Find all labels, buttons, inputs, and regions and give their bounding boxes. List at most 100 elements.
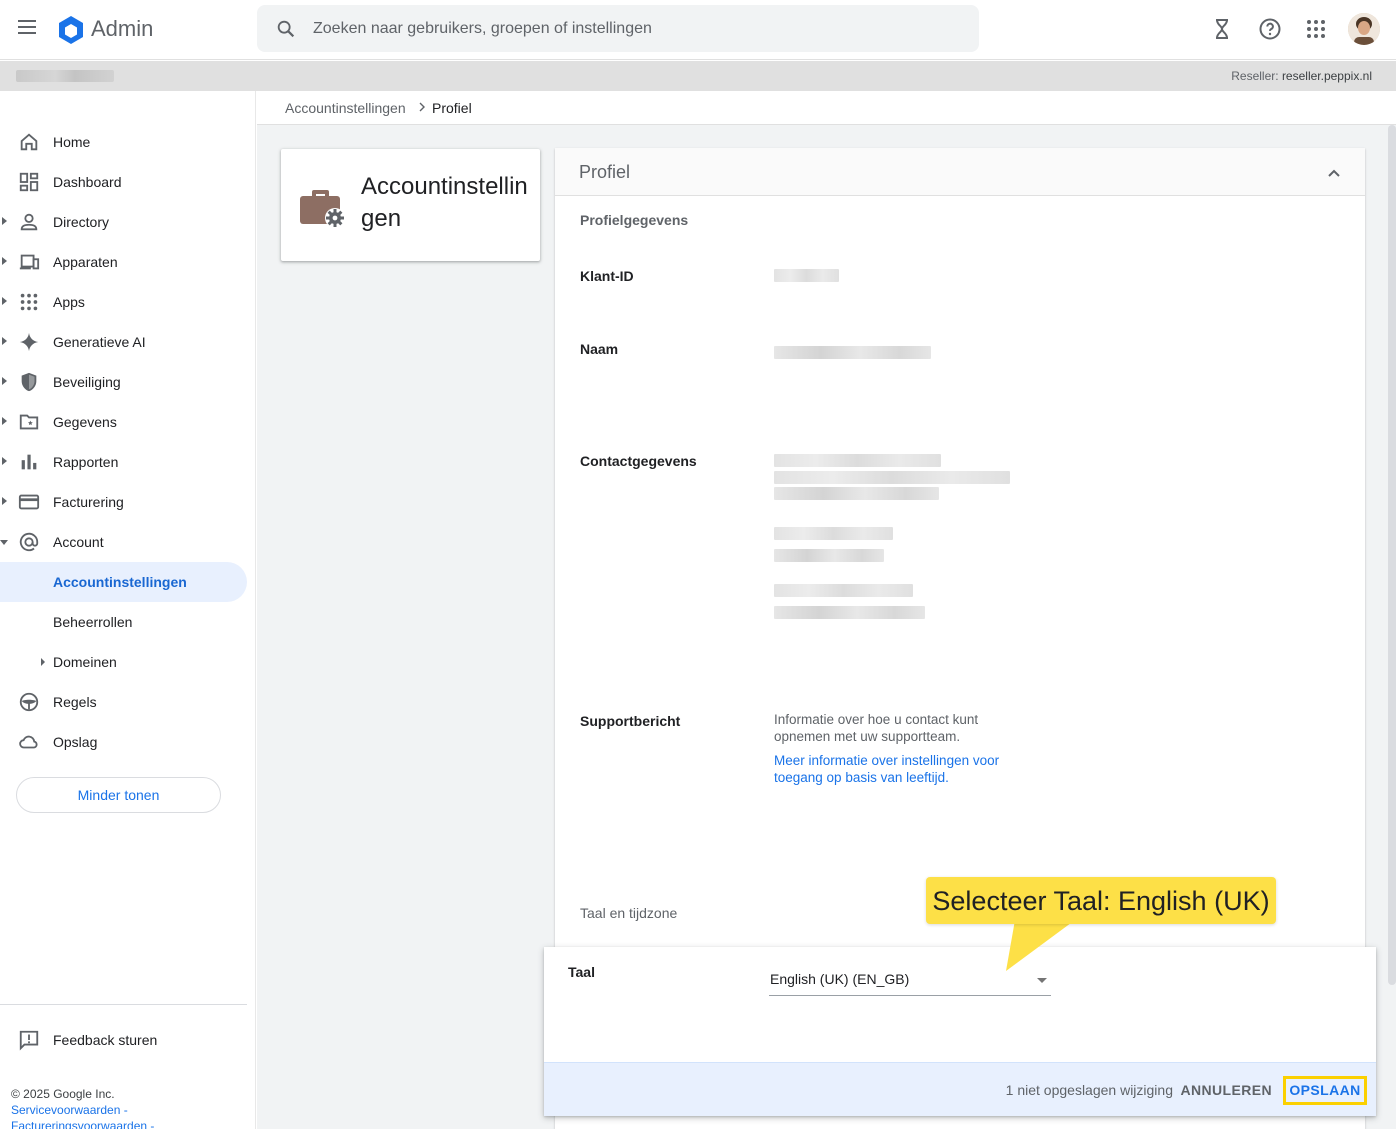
folder-star-icon (19, 414, 39, 430)
sidebar-item-opslag[interactable]: Opslag (0, 722, 247, 762)
dropdown-arrow-icon (1037, 978, 1047, 983)
breadcrumb-parent-link[interactable]: Accountinstellingen (285, 100, 406, 116)
language-selected-value: English (UK) (EN_GB) (770, 971, 910, 987)
briefcase-gear-icon (300, 190, 345, 228)
language-edit-card: Taal English (UK) (EN_GB) 1 niet opgesla… (544, 947, 1376, 1116)
footer: © 2025 Google Inc. Servicevoorwaarden - … (11, 1086, 154, 1129)
sidebar-item-rapporten[interactable]: Rapporten (0, 442, 247, 482)
expand-caret-icon (2, 457, 7, 465)
unsaved-changes-text: 1 niet opgeslagen wijziging (1005, 1082, 1173, 1098)
sidebar-item-account[interactable]: Account (0, 522, 247, 562)
callout-text: Selecteer Taal: English (UK) (932, 886, 1270, 916)
expand-caret-icon (2, 257, 7, 265)
sidebar-item-facturering[interactable]: Facturering (0, 482, 247, 522)
redacted-contact-line (774, 487, 939, 500)
cancel-button[interactable]: ANNULEREN (1181, 1082, 1273, 1098)
sidebar-item-apparaten[interactable]: Apparaten (0, 242, 247, 282)
expand-caret-icon (2, 297, 7, 305)
sidebar-divider (0, 1004, 247, 1005)
search-bar[interactable] (257, 5, 979, 52)
sidebar-item-regels[interactable]: Regels (0, 682, 247, 722)
search-input[interactable] (313, 5, 953, 52)
expand-caret-icon (2, 497, 7, 505)
bar-chart-icon (21, 454, 37, 470)
save-button[interactable]: OPSLAAN (1283, 1076, 1367, 1105)
support-label: Supportbericht (580, 713, 681, 729)
apps-launcher-icon[interactable] (1304, 17, 1328, 41)
brand-name: Admin (91, 16, 154, 41)
sidebar-item-home[interactable]: Home (0, 122, 247, 162)
redacted-contact-line (774, 454, 941, 467)
support-text: Informatie over hoe u contact kunt opnem… (774, 712, 979, 744)
person-icon (20, 213, 38, 231)
redacted-contact-line (774, 527, 893, 540)
feedback-button[interactable]: Feedback sturen (0, 1020, 247, 1060)
copyright: © 2025 Google Inc. (11, 1087, 115, 1101)
name-label: Naam (580, 341, 619, 357)
redacted-contact-line (774, 549, 884, 562)
avatar[interactable] (1348, 13, 1380, 45)
sidebar-item-directory[interactable]: Directory (0, 202, 247, 242)
page-scrollbar[interactable] (1388, 125, 1396, 985)
profile-details-heading: Profielgegevens (580, 212, 689, 228)
reseller-info: Reseller: reseller.peppix.nl (1231, 69, 1372, 83)
redacted-contact-line (774, 471, 1010, 484)
sidebar-item-beveiliging[interactable]: Beveiliging (0, 362, 247, 402)
redacted-org-name (16, 70, 114, 82)
expand-caret-icon (2, 417, 7, 425)
home-icon (20, 133, 38, 151)
sidebar-item-domeinen[interactable]: Domeinen (0, 642, 247, 682)
main-menu-icon[interactable] (14, 16, 40, 42)
save-bar: 1 niet opgeslagen wijziging ANNULEREN OP… (544, 1062, 1376, 1116)
show-less-button[interactable]: Minder tonen (16, 777, 221, 813)
sidebar-item-beheerrollen[interactable]: Beheerrollen (0, 602, 247, 642)
support-info-link[interactable]: Meer informatie over instellingen voor t… (774, 752, 1024, 786)
sidebar-item-apps[interactable]: Apps (0, 282, 247, 322)
billing-terms-link[interactable]: Factureringsvoorwaarden - (11, 1118, 154, 1129)
help-icon[interactable] (1258, 17, 1282, 41)
sidebar-item-generatieve-ai[interactable]: Generatieve AI (0, 322, 247, 362)
at-sign-icon (19, 532, 39, 552)
language-timezone-heading: Taal en tijdzone (580, 905, 678, 921)
top-bar: Admin (0, 0, 1396, 60)
redacted-contact-line (774, 606, 925, 619)
expand-caret-icon (2, 377, 7, 385)
sparkle-icon (19, 332, 39, 352)
apps-grid-icon (20, 293, 38, 311)
expand-caret-icon (41, 658, 45, 666)
chevron-right-icon (419, 102, 425, 112)
cloud-icon (19, 735, 38, 749)
dashboard-icon (19, 172, 39, 192)
breadcrumb-current: Profiel (432, 100, 472, 116)
redacted-contact-line (774, 584, 913, 597)
sidebar-item-gegevens[interactable]: Gegevens (0, 402, 247, 442)
sidebar-item-dashboard[interactable]: Dashboard (0, 162, 247, 202)
expand-caret-icon (2, 337, 7, 345)
account-settings-title: Accountinstellingen (361, 173, 528, 232)
sidebar-item-accountinstellingen[interactable]: Accountinstellingen (0, 562, 247, 602)
devices-icon (19, 254, 40, 270)
expand-caret-icon (2, 217, 7, 225)
steering-icon (19, 692, 39, 712)
collapse-caret-icon (0, 540, 8, 545)
reseller-bar: Reseller: reseller.peppix.nl (0, 61, 1396, 91)
customer-id-label: Klant-ID (580, 268, 634, 284)
feedback-icon (19, 1030, 39, 1051)
search-icon (277, 20, 295, 38)
redacted-customer-id (774, 269, 839, 282)
shield-icon (21, 372, 37, 392)
redacted-name (774, 346, 931, 359)
sidebar: Home Dashboard Directory Apparaten Apps … (0, 91, 256, 1129)
contact-label: Contactgegevens (580, 453, 697, 469)
hourglass-icon[interactable] (1210, 17, 1234, 41)
profile-panel-header[interactable]: Profiel (555, 148, 1365, 196)
instruction-callout: Selecteer Taal: English (UK) (926, 877, 1276, 924)
account-settings-card: Accountinstellingen (281, 149, 540, 261)
profile-panel-title: Profiel (579, 162, 631, 182)
chevron-up-icon[interactable] (1325, 164, 1343, 182)
admin-logo-icon (59, 16, 83, 44)
callout-pointer (1006, 920, 1075, 971)
language-label: Taal (568, 964, 595, 980)
credit-card-icon (18, 494, 40, 510)
terms-link[interactable]: Servicevoorwaarden - (11, 1102, 154, 1118)
